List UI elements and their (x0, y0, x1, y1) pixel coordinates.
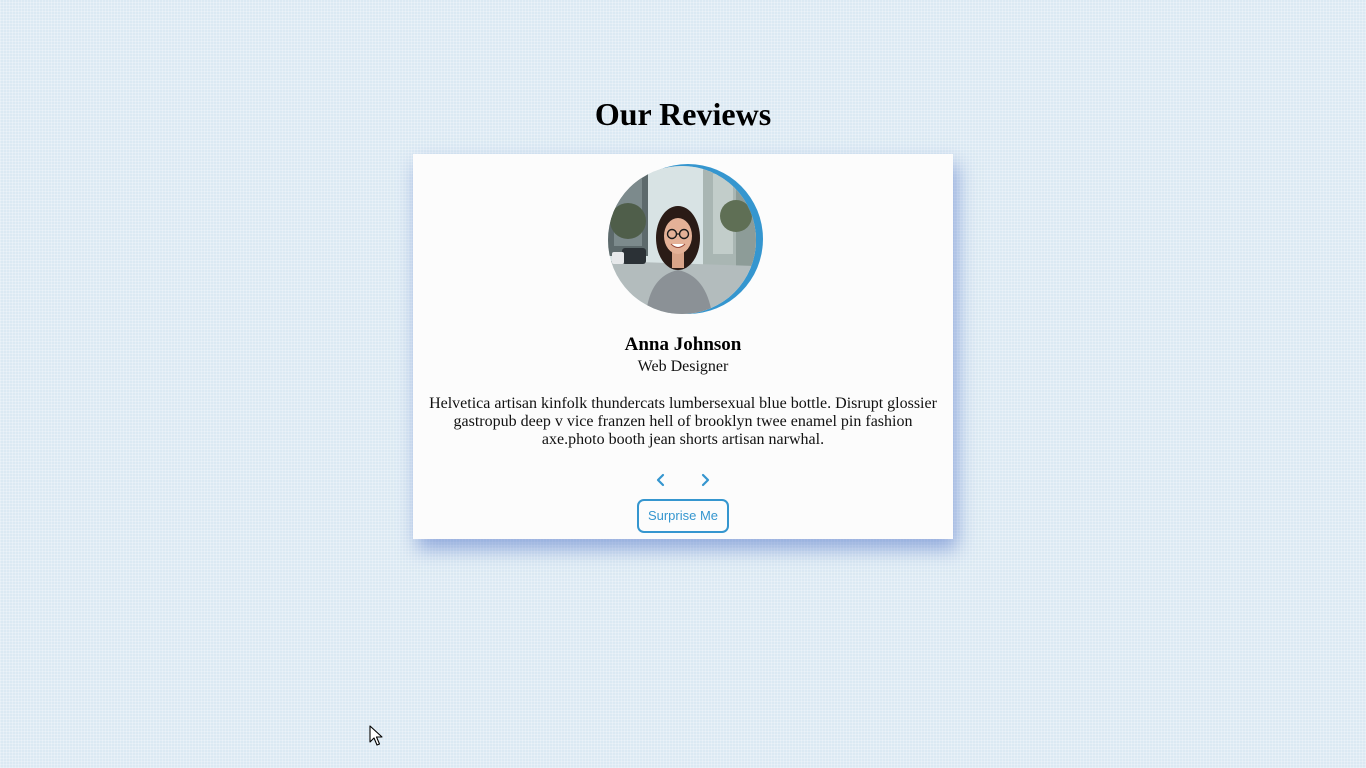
chevron-right-icon (701, 473, 710, 487)
avatar (608, 166, 756, 314)
review-text: Helvetica artisan kinfolk thundercats lu… (429, 395, 937, 448)
page-title: Our Reviews (594, 96, 772, 132)
prev-review-button[interactable] (651, 470, 671, 490)
reviewer-job-title: Web Designer (637, 358, 729, 375)
next-review-button[interactable] (695, 470, 715, 490)
surprise-me-button[interactable]: Surprise Me (637, 499, 729, 533)
review-card: Anna Johnson Web Designer Helvetica arti… (413, 154, 953, 539)
reviewer-name: Anna Johnson (624, 334, 742, 355)
chevron-left-icon (656, 473, 665, 487)
avatar-container (608, 164, 768, 314)
avatar-photo (608, 166, 756, 314)
mouse-cursor-icon (369, 725, 383, 746)
